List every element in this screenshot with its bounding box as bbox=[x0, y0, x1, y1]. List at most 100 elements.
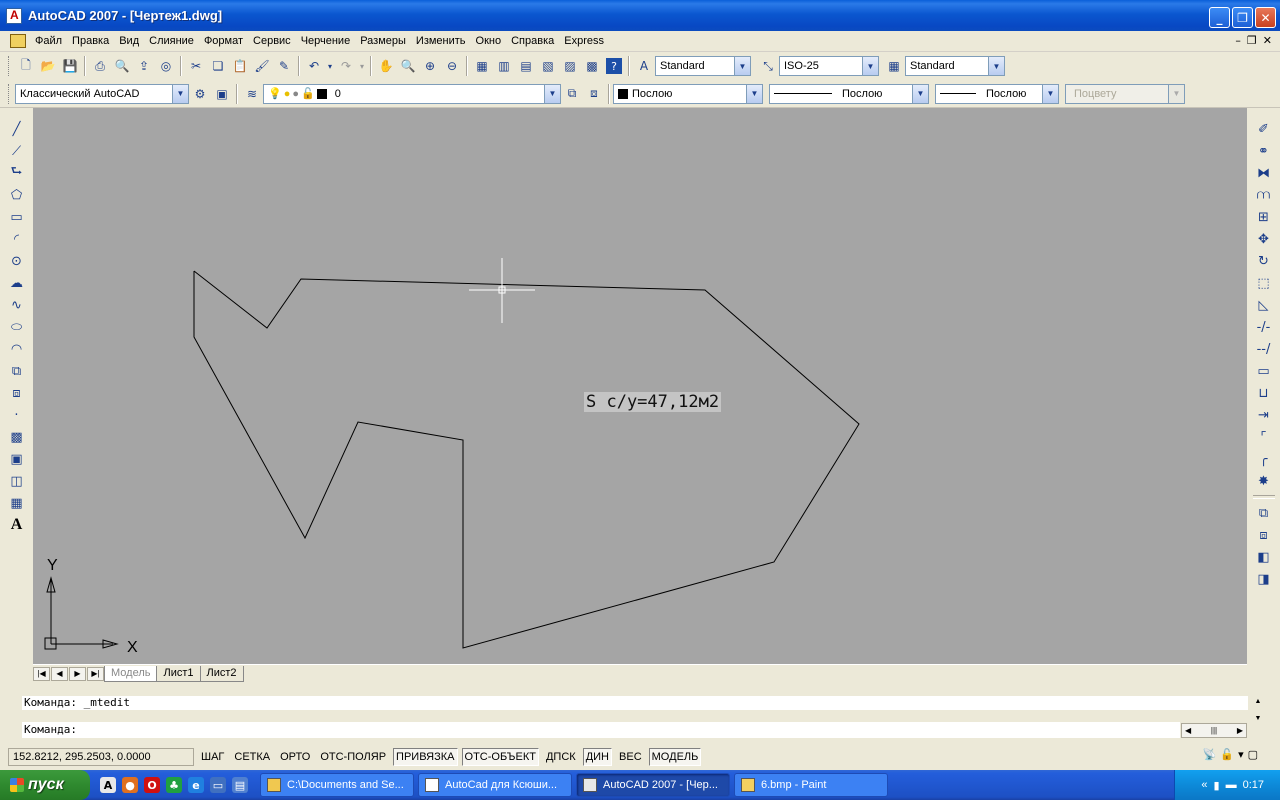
array-icon[interactable]: ⊞ bbox=[1253, 206, 1275, 228]
area-text-label[interactable]: S с/у=47,12м2 bbox=[584, 392, 722, 412]
coordinates-readout[interactable]: 152.8212, 295.2503, 0.0000 bbox=[8, 748, 194, 766]
ellipse-icon[interactable]: ⬭ bbox=[6, 316, 28, 338]
make-layer-current-icon[interactable]: ⧉ bbox=[561, 83, 583, 105]
stretch-icon[interactable]: ◺ bbox=[1253, 294, 1275, 316]
copy-icon[interactable]: ❏ bbox=[207, 55, 229, 77]
draw-order-back-icon[interactable]: ⧈ bbox=[1253, 524, 1275, 546]
redo-dropdown-icon[interactable]: ▾ bbox=[357, 55, 367, 77]
fillet-icon[interactable]: ╭ bbox=[1253, 448, 1275, 470]
language-icon[interactable]: ▬ bbox=[1226, 779, 1237, 791]
extend-icon[interactable]: --/ bbox=[1253, 338, 1275, 360]
task-autocad[interactable]: AutoCAD 2007 - [Чер... bbox=[576, 773, 730, 797]
spline-icon[interactable]: ∿ bbox=[6, 294, 28, 316]
menu-view[interactable]: Вид bbox=[114, 35, 144, 47]
lineweight-select[interactable]: Послою ▼ bbox=[935, 83, 1059, 104]
make-block-icon[interactable]: ⧈ bbox=[6, 382, 28, 404]
workspace-select[interactable]: Классический AutoCAD ▼ bbox=[15, 83, 189, 104]
document-icon[interactable] bbox=[10, 34, 26, 48]
toggle-otrack[interactable]: ОТС-ОБЪЕКТ bbox=[461, 748, 539, 766]
line-icon[interactable]: ╱ bbox=[6, 118, 28, 140]
3d-dwf-icon[interactable]: ◎ bbox=[155, 55, 177, 77]
linetype-select[interactable]: Послою ▼ bbox=[769, 83, 929, 104]
scroll-up-icon[interactable]: ▲ bbox=[1255, 698, 1262, 705]
match-properties-icon[interactable]: 🖌 bbox=[251, 55, 273, 77]
help-icon[interactable]: ? bbox=[606, 58, 622, 74]
hatch-icon[interactable]: ▩ bbox=[6, 426, 28, 448]
scroll-right-icon[interactable]: ▶ bbox=[1237, 726, 1243, 735]
firefox-icon[interactable]: ● bbox=[122, 777, 138, 793]
menu-tools[interactable]: Сервис bbox=[248, 35, 296, 47]
last-tab-button[interactable]: ▶| bbox=[87, 666, 104, 681]
chevron-down-icon[interactable]: ▼ bbox=[172, 84, 188, 103]
menu-express[interactable]: Express bbox=[559, 35, 609, 47]
menu-edit[interactable]: Правка bbox=[67, 35, 114, 47]
break-at-point-icon[interactable]: ▭ bbox=[1253, 360, 1275, 382]
prev-tab-button[interactable]: ◀ bbox=[51, 666, 68, 681]
first-tab-button[interactable]: |◀ bbox=[33, 666, 50, 681]
title-bar[interactable]: AutoCAD 2007 - [Чертеж1.dwg] _ ❐ ✕ bbox=[0, 0, 1280, 31]
layer-manager-icon[interactable]: ≋ bbox=[241, 83, 263, 105]
scroll-down-icon[interactable]: ▼ bbox=[1255, 715, 1262, 722]
chevron-down-icon[interactable]: ▼ bbox=[734, 57, 750, 75]
drawing-area[interactable]: Y X S с/у=47,12м2 bbox=[33, 108, 1247, 664]
doc-restore-button[interactable]: ❐ bbox=[1247, 34, 1257, 47]
chevron-down-icon[interactable]: ▼ bbox=[862, 57, 878, 75]
tab-sheet2[interactable]: Лист2 bbox=[199, 665, 244, 682]
tool-palettes-icon[interactable]: ▤ bbox=[515, 55, 537, 77]
multiline-text-icon[interactable]: A bbox=[6, 514, 28, 536]
gradient-icon[interactable]: ▣ bbox=[6, 448, 28, 470]
toggle-dyn[interactable]: ДИН bbox=[582, 748, 613, 766]
toggle-grid[interactable]: СЕТКА bbox=[231, 748, 273, 766]
color-select[interactable]: Послою ▼ bbox=[613, 83, 763, 104]
workspace-settings-icon[interactable]: ⚙ bbox=[189, 83, 211, 105]
open-icon[interactable]: 📂 bbox=[37, 55, 59, 77]
command-input[interactable]: Команда: bbox=[22, 722, 1180, 738]
task-paint[interactable]: 6.bmp - Paint bbox=[734, 773, 888, 797]
region-icon[interactable]: ◫ bbox=[6, 470, 28, 492]
dim-style-select[interactable]: ISO-25 ▼ bbox=[779, 56, 879, 76]
explode-icon[interactable]: ✸ bbox=[1253, 470, 1275, 492]
move-icon[interactable]: ✥ bbox=[1253, 228, 1275, 250]
zoom-window-icon[interactable]: ⊕ bbox=[419, 55, 441, 77]
menu-format[interactable]: Формат bbox=[199, 35, 248, 47]
toolbar-grip[interactable] bbox=[8, 83, 11, 104]
mirror-icon[interactable]: ⧓ bbox=[1253, 162, 1275, 184]
command-history-scrollbar[interactable]: ▲ ▼ bbox=[1250, 698, 1266, 722]
clean-screen-icon[interactable]: ▢ bbox=[1248, 748, 1258, 761]
cut-icon[interactable]: ✂ bbox=[185, 55, 207, 77]
menu-window[interactable]: Окно bbox=[471, 35, 507, 47]
arc-icon[interactable]: ◜ bbox=[6, 228, 28, 250]
calculator-icon[interactable]: ▩ bbox=[581, 55, 603, 77]
table-style-icon[interactable]: ▦ bbox=[883, 55, 905, 77]
save-icon[interactable]: 💾 bbox=[59, 55, 81, 77]
doc-minimize-button[interactable]: – bbox=[1235, 34, 1241, 47]
draw-order-front-icon[interactable]: ⧉ bbox=[1253, 502, 1275, 524]
block-editor-icon[interactable]: ✎ bbox=[273, 55, 295, 77]
polygon-icon[interactable]: ⬠ bbox=[6, 184, 28, 206]
table-style-select[interactable]: Standard ▼ bbox=[905, 56, 1005, 76]
toolbar-grip[interactable] bbox=[8, 56, 11, 76]
doc-close-button[interactable]: ✕ bbox=[1263, 34, 1272, 47]
undo-icon[interactable]: ↶ bbox=[303, 55, 325, 77]
trim-icon[interactable]: -/- bbox=[1253, 316, 1275, 338]
rotate-icon[interactable]: ↻ bbox=[1253, 250, 1275, 272]
zoom-realtime-icon[interactable]: 🔍 bbox=[397, 55, 419, 77]
offset-icon[interactable]: ⩋ bbox=[1253, 184, 1275, 206]
tray-expand-icon[interactable]: « bbox=[1201, 779, 1207, 791]
break-icon[interactable]: ⊔ bbox=[1253, 382, 1275, 404]
communication-center-icon[interactable]: 📡 bbox=[1203, 748, 1217, 761]
scroll-left-icon[interactable]: ◀ bbox=[1185, 726, 1191, 735]
rectangle-icon[interactable]: ▭ bbox=[6, 206, 28, 228]
next-tab-button[interactable]: ▶ bbox=[69, 666, 86, 681]
app-icon[interactable]: ♣ bbox=[166, 777, 182, 793]
send-under-icon[interactable]: ◨ bbox=[1253, 568, 1275, 590]
toggle-ducs[interactable]: ДПСК bbox=[543, 748, 579, 766]
scroll-thumb[interactable]: ||| bbox=[1211, 726, 1217, 735]
markup-icon[interactable]: ▨ bbox=[559, 55, 581, 77]
print-icon[interactable]: ⎙ bbox=[89, 55, 111, 77]
clock[interactable]: 0:17 bbox=[1243, 779, 1264, 791]
chevron-down-icon[interactable]: ▼ bbox=[746, 84, 762, 103]
toggle-lwt[interactable]: ВЕС bbox=[616, 748, 645, 766]
autocad-launch-icon[interactable]: A bbox=[100, 777, 116, 793]
circle-icon[interactable]: ⊙ bbox=[6, 250, 28, 272]
